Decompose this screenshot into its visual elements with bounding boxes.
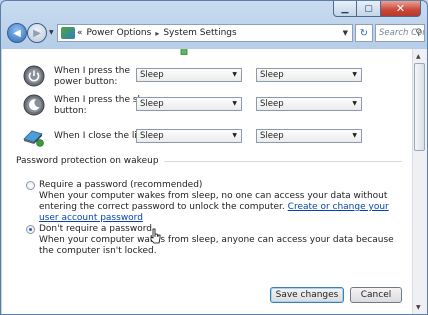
scroll-up-icon[interactable]: ▲ (416, 53, 421, 60)
lid-on-battery-select[interactable]: Sleep ▼ (136, 129, 242, 143)
power-button-plugged-in-select[interactable]: Sleep ▼ (256, 68, 362, 82)
password-section-title: Password protection on wakeup (16, 156, 159, 166)
power-button-on-battery-value: Sleep (140, 70, 164, 80)
lid-plugged-in-value: Sleep (260, 131, 284, 141)
breadcrumb-separator[interactable]: ▸ (155, 29, 159, 38)
sleep-button-on-battery-value: Sleep (140, 99, 164, 109)
sleep-button-icon (23, 94, 45, 116)
chevron-down-icon: ▼ (352, 132, 357, 139)
chevron-down-icon: ▼ (232, 132, 237, 139)
content-pane: When I press the power button: Sleep ▼ Sl… (2, 49, 412, 314)
vertical-scrollbar[interactable]: ▲ ▼ (412, 49, 427, 314)
breadcrumb-power-options[interactable]: Power Options (87, 28, 152, 38)
no-password-title[interactable]: Don't require a password (39, 224, 152, 234)
lid-plugged-in-select[interactable]: Sleep ▼ (256, 129, 362, 143)
forward-button[interactable]: ▶ (27, 23, 47, 43)
chevron-down-icon: ▼ (352, 100, 357, 107)
refresh-button[interactable]: ↻ (355, 24, 373, 42)
battery-column-icon (180, 49, 188, 55)
address-dropdown-icon[interactable]: ▼ (339, 29, 352, 37)
close-button[interactable]: ✕ (381, 1, 421, 17)
navigation-bar: ◀ ▶ ▼ « Power Options ▸ System Settings … (7, 23, 425, 45)
search-input[interactable]: Search Con... ⚲ (375, 24, 425, 42)
sleep-button-plugged-in-value: Sleep (260, 99, 284, 109)
no-password-description: When your computer wakes from sleep, any… (39, 235, 394, 256)
require-password-radio[interactable] (26, 181, 35, 190)
chevron-down-icon: ▼ (352, 71, 357, 78)
control-panel-icon (61, 27, 75, 39)
sleep-button-plugged-in-select[interactable]: Sleep ▼ (256, 97, 362, 111)
window: ▁ ▢ ✕ ◀ ▶ ▼ « Power Options ▸ System Set… (0, 0, 428, 315)
minimize-button[interactable]: ▁ (333, 1, 357, 17)
address-bar[interactable]: « Power Options ▸ System Settings ▼ (57, 24, 353, 42)
power-button-on-battery-select[interactable]: Sleep ▼ (136, 68, 242, 82)
mouse-cursor-icon (150, 228, 161, 244)
recent-pages-dropdown[interactable]: ▼ (49, 29, 54, 36)
cancel-button[interactable]: Cancel (350, 287, 402, 303)
password-section-heading: Password protection on wakeup (16, 156, 402, 166)
search-icon[interactable]: ⚲ (415, 28, 422, 38)
window-controls: ▁ ▢ ✕ (333, 1, 421, 17)
require-password-title[interactable]: Require a password (recommended) (39, 180, 202, 190)
chevron-down-icon: ▼ (232, 71, 237, 78)
maximize-button[interactable]: ▢ (357, 1, 381, 17)
address-overflow-chevron[interactable]: « (77, 28, 83, 38)
no-password-radio[interactable] (26, 225, 35, 234)
power-button-icon (23, 65, 45, 87)
chevron-down-icon: ▼ (232, 100, 237, 107)
laptop-lid-icon (23, 130, 44, 147)
scrollbar-thumb[interactable] (414, 63, 425, 151)
sleep-button-on-battery-select[interactable]: Sleep ▼ (136, 97, 242, 111)
scroll-down-icon[interactable]: ▼ (416, 304, 421, 311)
require-password-description: When your computer wakes from sleep, no … (39, 191, 399, 224)
breadcrumb-system-settings[interactable]: System Settings (163, 28, 236, 38)
power-button-plugged-in-value: Sleep (260, 70, 284, 80)
back-button[interactable]: ◀ (7, 23, 27, 43)
section-divider (163, 160, 402, 162)
save-changes-button[interactable]: Save changes (270, 287, 344, 303)
lid-on-battery-value: Sleep (140, 131, 164, 141)
